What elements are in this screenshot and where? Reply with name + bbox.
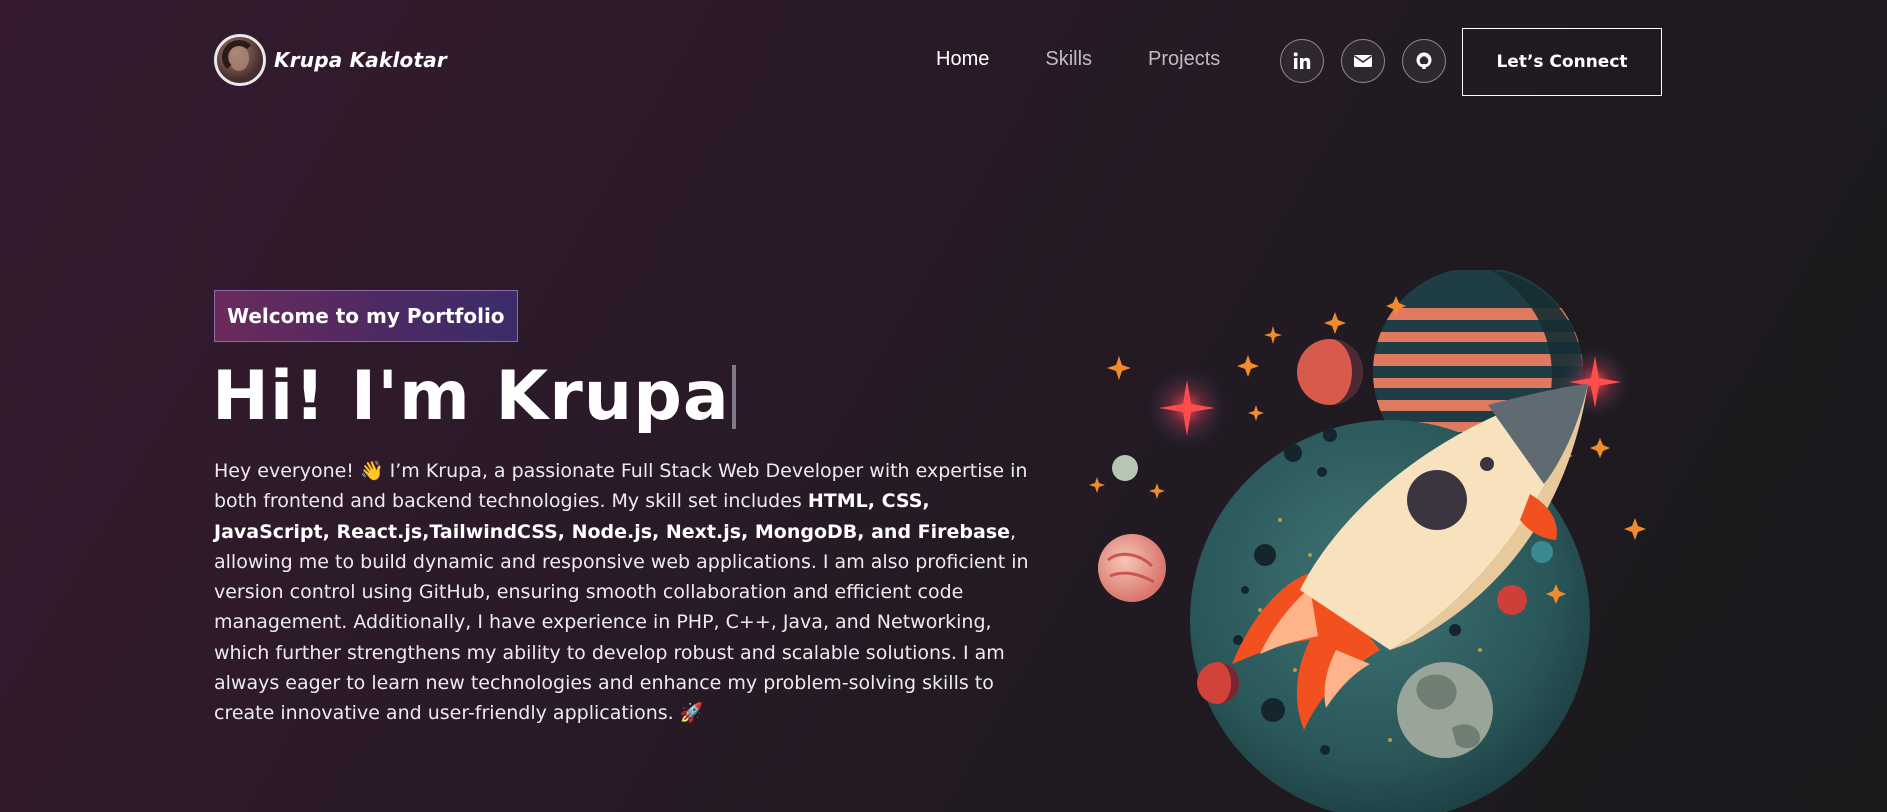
small-red-right [1497, 585, 1527, 615]
avatar-hair [222, 40, 256, 74]
grey-moon [1397, 662, 1493, 758]
red-planet [1297, 339, 1363, 405]
github-icon [1416, 52, 1432, 69]
welcome-tagline: Welcome to my Portfolio [214, 290, 518, 342]
nav-link-projects[interactable]: Projects [1148, 48, 1220, 71]
pink-planet [1098, 534, 1166, 602]
small-red-ball [1197, 662, 1239, 704]
top-navbar: Krupa Kaklotar Home Skills Projects Let’… [214, 28, 1662, 96]
linkedin-icon [1293, 52, 1311, 69]
hero-title: Hi! I'm Krupa [212, 352, 736, 442]
space-rocket-illustration [1089, 270, 1646, 812]
email-icon [1354, 55, 1372, 67]
linkedin-button[interactable] [1280, 39, 1324, 83]
small-teal-right [1531, 541, 1553, 563]
avatar [214, 34, 266, 86]
small-green-moon [1112, 455, 1138, 481]
hero-title-text: Hi! I'm Krupa [212, 357, 730, 436]
lets-connect-button[interactable]: Let’s Connect [1462, 28, 1662, 96]
brand[interactable]: Krupa Kaklotar [214, 34, 447, 86]
rocket-window [1407, 470, 1467, 530]
email-button[interactable] [1341, 39, 1385, 83]
nav-link-skills[interactable]: Skills [1045, 48, 1092, 71]
portfolio-page: Krupa Kaklotar Home Skills Projects Let’… [0, 0, 1887, 812]
typing-cursor [731, 365, 736, 429]
social-links [1280, 39, 1463, 83]
nav-links: Home Skills Projects [936, 48, 1276, 71]
intro-text-end: , allowing me to build dynamic and respo… [214, 520, 1029, 725]
intro-paragraph: Hey everyone! 👋 I’m Krupa, a passionate … [214, 456, 1034, 729]
nav-link-home[interactable]: Home [936, 48, 989, 71]
github-button[interactable] [1402, 39, 1446, 83]
brand-name: Krupa Kaklotar [274, 48, 447, 72]
